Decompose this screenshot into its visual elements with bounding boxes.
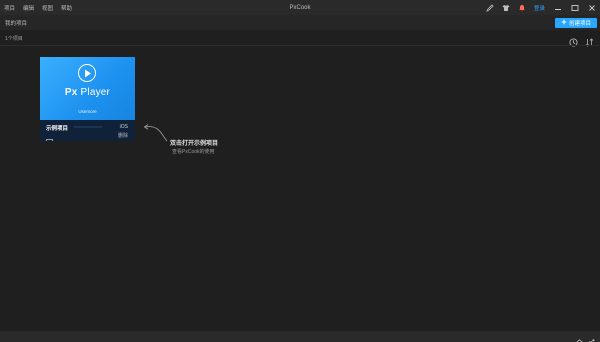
close-icon[interactable] [587, 3, 596, 12]
title-bar: 项目 编辑 视图 帮助 PxCook 登录 [0, 0, 600, 15]
sub-header: 我的项目 创建项目 [0, 15, 600, 30]
statusbar-icons [576, 333, 595, 342]
thumbnail-title: Px Player [40, 87, 135, 98]
project-progress-bar [74, 126, 102, 128]
titlebar-actions: 登录 [486, 0, 596, 15]
thumbnail-subtitle: Usemore [78, 109, 97, 114]
menu-item-help[interactable]: 帮助 [61, 4, 72, 12]
play-icon [78, 64, 96, 82]
share-icon[interactable] [588, 333, 595, 342]
project-toolbar: 1个项目 [0, 31, 600, 47]
hint-subtitle: 查看PxCook的使用 [172, 149, 215, 155]
maximize-icon[interactable] [570, 3, 579, 12]
monitor-icon [46, 132, 53, 141]
toolbar-tools [569, 34, 594, 52]
pen-icon[interactable] [486, 3, 494, 12]
clock-icon[interactable] [569, 34, 578, 52]
project-count: 1个项目 [5, 35, 23, 42]
login-link[interactable]: 登录 [534, 4, 545, 12]
menu-item-project[interactable]: 项目 [4, 4, 15, 12]
thumbnail-title-bold: Px [64, 87, 78, 98]
create-project-button[interactable]: 创建项目 [555, 18, 597, 28]
minimize-icon[interactable] [553, 3, 562, 12]
delete-project-button[interactable]: 删除 [118, 132, 128, 139]
sort-icon[interactable] [585, 34, 594, 52]
thumbnail-title-rest: Player [77, 87, 111, 98]
project-name: 示例项目 [46, 126, 69, 132]
hint-title: 双击打开示例项目 [170, 141, 219, 147]
toolbar-divider [0, 45, 600, 46]
project-info: 示例项目 iOS 删除 [40, 120, 135, 141]
project-thumbnail[interactable]: Px Player Usemore [40, 57, 135, 120]
create-project-label: 创建项目 [568, 21, 591, 27]
status-bar [0, 331, 600, 342]
menu-item-view[interactable]: 视图 [42, 4, 53, 12]
breadcrumb[interactable]: 我的项目 [0, 19, 27, 27]
menu-item-edit[interactable]: 编辑 [23, 4, 34, 12]
bell-icon[interactable] [518, 4, 526, 12]
menu-bar: 项目 编辑 视图 帮助 [0, 4, 72, 12]
tshirt-icon[interactable] [502, 4, 510, 12]
project-platform: iOS [119, 124, 128, 130]
home-icon[interactable] [576, 333, 583, 342]
project-card[interactable]: Px Player Usemore 示例项目 iOS 删除 [40, 57, 135, 141]
plus-icon [561, 19, 567, 27]
curved-arrow-icon [143, 124, 168, 142]
